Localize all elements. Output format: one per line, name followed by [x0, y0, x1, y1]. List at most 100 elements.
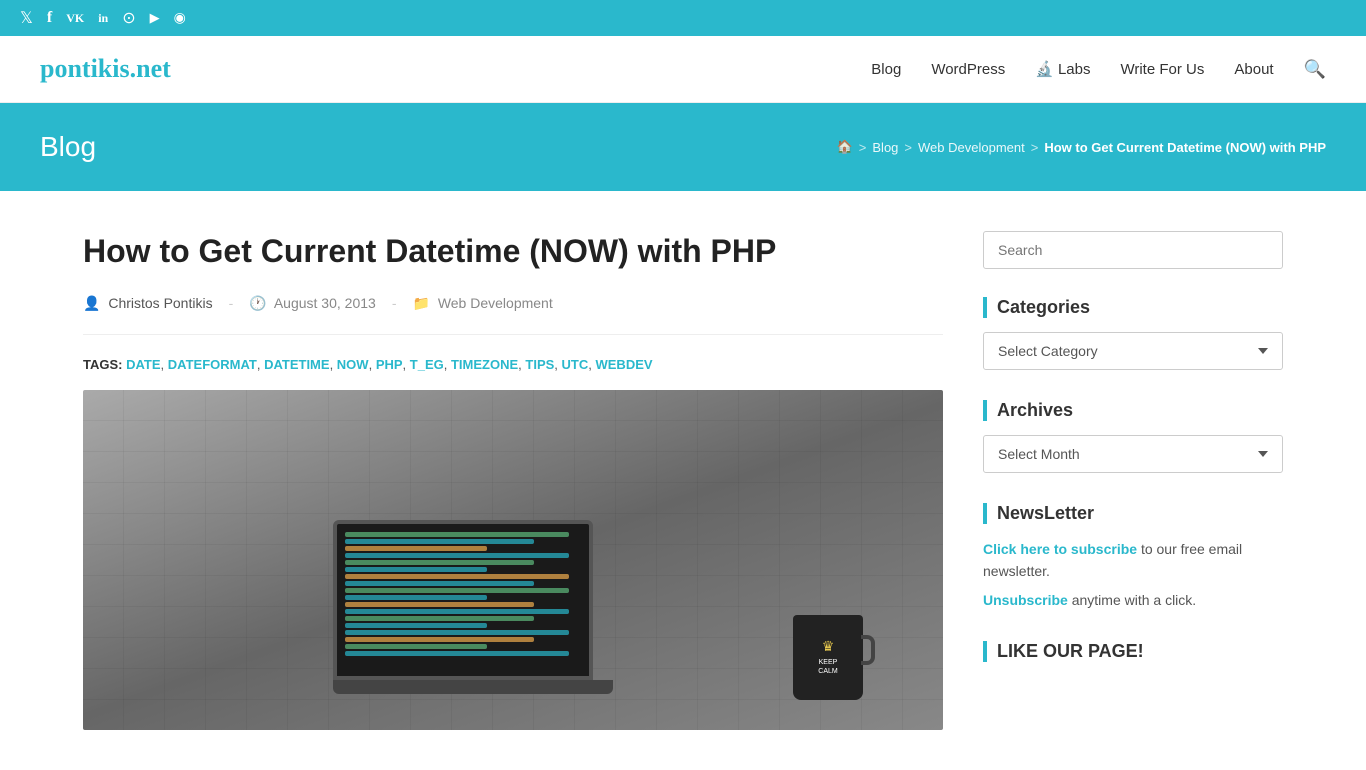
tags-label: TAGS: — [83, 357, 122, 372]
facebook-link[interactable]: f — [47, 9, 52, 27]
rss-link[interactable]: ◉ — [174, 10, 186, 27]
article: How to Get Current Datetime (NOW) with P… — [83, 231, 943, 730]
nav-write-for-us[interactable]: Write For Us — [1120, 61, 1204, 78]
breadcrumb-sep-3: > — [1031, 140, 1039, 155]
tag-dateformat[interactable]: DATEFORMAT — [168, 357, 257, 372]
code-line-8 — [345, 581, 534, 586]
code-line-10 — [345, 595, 487, 600]
vk-link[interactable]: VK — [66, 11, 84, 26]
keep-calm-mug: ♛ KEEPCALM — [793, 615, 863, 700]
tag-php[interactable]: PHP — [376, 357, 403, 372]
archives-select[interactable]: Select Month — [983, 435, 1283, 473]
nav-labs[interactable]: 🔬 Labs — [1035, 60, 1090, 78]
breadcrumb-sep-1: > — [859, 140, 867, 155]
code-line-16 — [345, 637, 534, 642]
code-line-13 — [345, 616, 534, 621]
article-meta: 👤 Christos Pontikis - 🕐 August 30, 2013 … — [83, 295, 943, 335]
newsletter-heading: NewsLetter — [983, 503, 1283, 524]
rss-icon: ◉ — [174, 10, 186, 27]
page-title: Blog — [40, 131, 96, 163]
meta-sep-1: - — [229, 295, 234, 311]
code-line-12 — [345, 609, 569, 614]
nav-blog[interactable]: Blog — [871, 61, 901, 78]
mug-handle — [861, 635, 875, 665]
sidebar-categories: Categories Select Category — [983, 297, 1283, 370]
article-title: How to Get Current Datetime (NOW) with P… — [83, 231, 943, 273]
article-category: Web Development — [438, 295, 553, 311]
nav-wordpress[interactable]: WordPress — [931, 61, 1005, 78]
social-bar: 𝕏 f VK in ⊙ ▶ ◉ — [0, 0, 1366, 36]
article-tags: TAGS: DATE, DATEFORMAT, DATETIME, NOW, P… — [83, 357, 943, 372]
vk-icon: VK — [66, 11, 84, 26]
github-icon: ⊙ — [122, 8, 135, 28]
mug-crown: ♛ — [822, 639, 835, 656]
twitter-link[interactable]: 𝕏 — [20, 8, 33, 28]
code-line-7 — [345, 574, 569, 579]
newsletter-unsubscribe-text: Unsubscribe anytime with a click. — [983, 589, 1283, 611]
author-meta: 👤 Christos Pontikis — [83, 295, 213, 312]
tag-date[interactable]: DATE — [126, 357, 160, 372]
user-icon: 👤 — [83, 295, 100, 311]
nav-about[interactable]: About — [1234, 61, 1273, 78]
code-line-9 — [345, 588, 569, 593]
breadcrumb-current: How to Get Current Datetime (NOW) with P… — [1044, 140, 1326, 155]
categories-select[interactable]: Select Category — [983, 332, 1283, 370]
youtube-link[interactable]: ▶ — [150, 10, 160, 26]
unsubscribe-suffix: anytime with a click. — [1072, 592, 1196, 608]
subscribe-link[interactable]: Click here to subscribe — [983, 541, 1137, 557]
like-page-heading: LIKE OUR PAGE! — [983, 641, 1283, 662]
sidebar-archives: Archives Select Month — [983, 400, 1283, 473]
folder-icon: 📁 — [412, 295, 429, 311]
tag-timezone[interactable]: TIMEZONE — [451, 357, 518, 372]
tag-utc[interactable]: UTC — [562, 357, 589, 372]
archives-heading: Archives — [983, 400, 1283, 421]
code-line-3 — [345, 546, 487, 551]
tag-datetime[interactable]: DATETIME — [264, 357, 329, 372]
code-line-17 — [345, 644, 487, 649]
search-input[interactable] — [983, 231, 1283, 269]
meta-sep-2: - — [392, 295, 397, 311]
category-meta: 📁 Web Development — [412, 295, 552, 312]
breadcrumb-category[interactable]: Web Development — [918, 140, 1025, 155]
code-line-1 — [345, 532, 569, 537]
tag-webdev[interactable]: WEBDEV — [595, 357, 652, 372]
linkedin-link[interactable]: in — [98, 11, 108, 26]
youtube-icon: ▶ — [150, 10, 160, 26]
author-name: Christos Pontikis — [108, 295, 212, 311]
laptop-screen — [333, 520, 593, 680]
site-header: pontikis.net Blog WordPress 🔬 Labs Write… — [0, 36, 1366, 103]
mug-text: KEEPCALM — [818, 658, 837, 676]
laptop-base — [333, 680, 613, 694]
main-nav: Blog WordPress 🔬 Labs Write For Us About… — [871, 59, 1326, 80]
code-line-5 — [345, 560, 534, 565]
labs-icon: 🔬 — [1035, 60, 1054, 78]
categories-heading: Categories — [983, 297, 1283, 318]
github-link[interactable]: ⊙ — [122, 8, 135, 28]
date-meta: 🕐 August 30, 2013 — [249, 295, 376, 312]
facebook-icon: f — [47, 9, 52, 27]
article-date: August 30, 2013 — [274, 295, 376, 311]
site-logo[interactable]: pontikis.net — [40, 54, 171, 84]
search-icon[interactable]: 🔍 — [1304, 59, 1326, 80]
sidebar-newsletter: NewsLetter Click here to subscribe to ou… — [983, 503, 1283, 611]
main-container: How to Get Current Datetime (NOW) with P… — [43, 191, 1323, 770]
tag-tips[interactable]: TIPS — [525, 357, 554, 372]
code-line-6 — [345, 567, 487, 572]
sidebar: Categories Select Category Archives Sele… — [983, 231, 1283, 730]
code-line-4 — [345, 553, 569, 558]
laptop-illustration — [333, 520, 633, 720]
breadcrumb-sep-2: > — [904, 140, 912, 155]
breadcrumb-blog[interactable]: Blog — [872, 140, 898, 155]
code-line-2 — [345, 539, 534, 544]
tag-t_eg[interactable]: T_EG — [410, 357, 444, 372]
page-header: Blog 🏠 > Blog > Web Development > How to… — [0, 103, 1366, 191]
breadcrumb: 🏠 > Blog > Web Development > How to Get … — [837, 139, 1326, 155]
code-line-18 — [345, 651, 569, 656]
twitter-icon: 𝕏 — [20, 8, 33, 28]
code-line-15 — [345, 630, 569, 635]
breadcrumb-home[interactable]: 🏠 — [837, 139, 853, 155]
sidebar-search-section — [983, 231, 1283, 269]
article-image: ♛ KEEPCALM — [83, 390, 943, 730]
tag-now[interactable]: NOW — [337, 357, 369, 372]
unsubscribe-link[interactable]: Unsubscribe — [983, 592, 1068, 608]
